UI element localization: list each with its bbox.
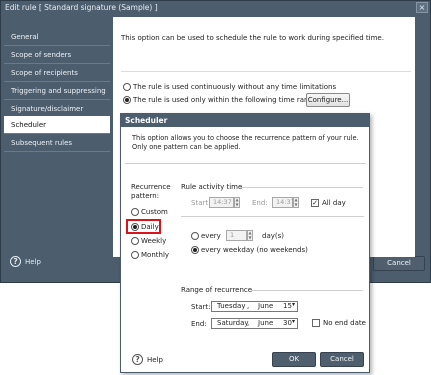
window-title: Edit rule [ Standard signature (Sample) …: [1, 1, 430, 15]
daily-highlight-box: [126, 219, 161, 234]
radio-time-ranges[interactable]: [123, 96, 131, 104]
group-line: [239, 187, 363, 188]
range-start-weekday: Tuesday: [217, 302, 246, 310]
all-day-label[interactable]: All day: [322, 199, 346, 207]
radio-monthly[interactable]: [131, 251, 139, 259]
days-unit-label: day(s): [262, 232, 284, 240]
start-time-label: Start:: [191, 199, 211, 207]
close-icon[interactable]: ×: [416, 2, 428, 13]
pattern-monthly-label[interactable]: Monthly: [141, 251, 169, 259]
radio-weekly[interactable]: [131, 237, 139, 245]
start-time-spinner-icon[interactable]: ▲ ▼: [234, 197, 240, 208]
radio-every-weekday[interactable]: [191, 246, 199, 254]
range-start-day: 15: [283, 302, 292, 310]
pattern-weekly-label[interactable]: Weekly: [141, 237, 166, 245]
days-spinner-icon[interactable]: ▲ ▼: [247, 230, 253, 241]
end-time-label: End:: [252, 199, 268, 207]
group-line-3: [251, 290, 363, 291]
pattern-custom-label[interactable]: Custom: [141, 208, 168, 216]
activity-time-label: Rule activity time: [181, 183, 243, 191]
every-weekday-label[interactable]: every weekday (no weekends): [201, 246, 308, 254]
sidebar-item-scope-of-senders[interactable]: Scope of senders: [4, 46, 110, 64]
no-end-date-label[interactable]: No end date: [323, 319, 366, 327]
start-time-input[interactable]: 14:37: [209, 197, 234, 208]
radio-continuous[interactable]: [123, 83, 131, 91]
help-link[interactable]: Help: [25, 258, 41, 266]
group-line-2: [181, 216, 364, 217]
outer-cancel-button[interactable]: Cancel: [373, 256, 425, 271]
all-day-checkbox[interactable]: ✓: [311, 199, 319, 207]
sidebar-item-subsequent-rules[interactable]: Subsequent rules: [4, 134, 110, 152]
every-days-input[interactable]: 1: [226, 230, 247, 241]
ok-button[interactable]: OK: [272, 352, 316, 367]
no-end-date-checkbox[interactable]: [312, 319, 320, 327]
radio-every-n-days[interactable]: [191, 232, 199, 240]
every-label[interactable]: every: [201, 232, 221, 240]
option-continuous-label[interactable]: The rule is used continuously without an…: [133, 83, 336, 91]
recurrence-pattern-label: Recurrence pattern:: [131, 183, 171, 200]
end-time-spinner-icon[interactable]: ▲ ▼: [293, 197, 299, 208]
range-end-separator: ,: [247, 319, 250, 327]
sidebar-item-triggering[interactable]: Triggering and suppressing: [4, 82, 110, 100]
separator: [121, 71, 411, 72]
end-time-input[interactable]: 14:37: [272, 197, 295, 208]
sidebar-item-general[interactable]: General: [4, 28, 110, 46]
sidebar-item-scheduler[interactable]: Scheduler: [4, 116, 110, 134]
sidebar-item-scope-of-recipients[interactable]: Scope of recipients: [4, 64, 110, 82]
range-start-separator: ,: [247, 302, 250, 310]
range-start-month: June: [258, 302, 274, 310]
dropdown-arrow-icon[interactable]: ▾: [292, 301, 295, 308]
range-label: Range of recurrence: [181, 286, 253, 294]
help-circle-icon[interactable]: ?: [132, 354, 143, 365]
dialog-description: This option allows you to choose the rec…: [132, 134, 359, 151]
range-end-weekday: Saturday: [217, 319, 249, 327]
range-end-label: End:: [191, 320, 207, 328]
pane-description: This option can be used to schedule the …: [121, 34, 384, 42]
dialog-cancel-button[interactable]: Cancel: [320, 352, 364, 367]
dialog-title: Scheduler: [121, 114, 369, 127]
option-ranges-label[interactable]: The rule is used only within the followi…: [133, 96, 321, 104]
range-end-day: 30: [283, 319, 292, 327]
dialog-separator: [125, 163, 366, 164]
help-circle-icon[interactable]: ?: [10, 256, 21, 267]
range-start-label: Start:: [191, 303, 211, 311]
radio-custom[interactable]: [131, 208, 139, 216]
dialog-help-link[interactable]: Help: [147, 356, 163, 364]
configure-button[interactable]: Configure...: [306, 93, 350, 107]
range-end-month: June: [258, 319, 274, 327]
dropdown-arrow-icon[interactable]: ▾: [292, 318, 295, 325]
